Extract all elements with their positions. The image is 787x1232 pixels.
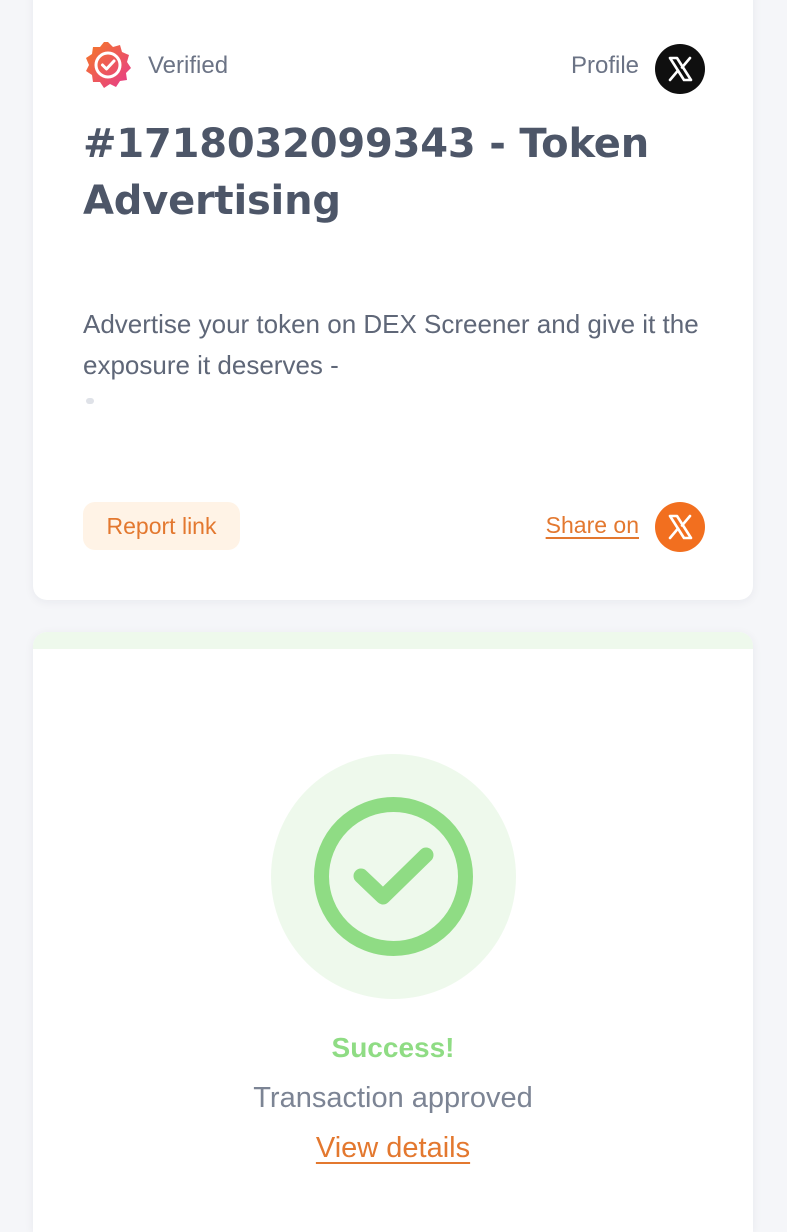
verified-badge-icon	[86, 42, 131, 88]
token-advert-card: Verified Profile #1718032099343 - Token …	[33, 0, 753, 600]
status-header-strip	[33, 632, 753, 649]
x-logo-icon[interactable]	[655, 502, 705, 552]
check-circle-icon	[314, 797, 473, 956]
view-details-link[interactable]: View details	[33, 1132, 753, 1165]
report-link-button[interactable]: Report link	[83, 502, 240, 550]
post-description: Advertise your token on DEX Screener and…	[83, 309, 699, 380]
truncated-text-fade	[86, 398, 94, 404]
page-title: #1718032099343 - Token Advertising	[83, 121, 649, 224]
transaction-status-message: Transaction approved	[253, 1082, 533, 1114]
success-title: Success!	[331, 1032, 455, 1063]
transaction-status-card: Success! Transaction approved View detai…	[33, 632, 753, 1232]
verified-label: Verified	[148, 52, 229, 79]
share-on-x-link[interactable]: Share on	[546, 512, 639, 539]
x-logo-icon[interactable]	[655, 44, 705, 94]
profile-link[interactable]: Profile	[571, 52, 639, 80]
